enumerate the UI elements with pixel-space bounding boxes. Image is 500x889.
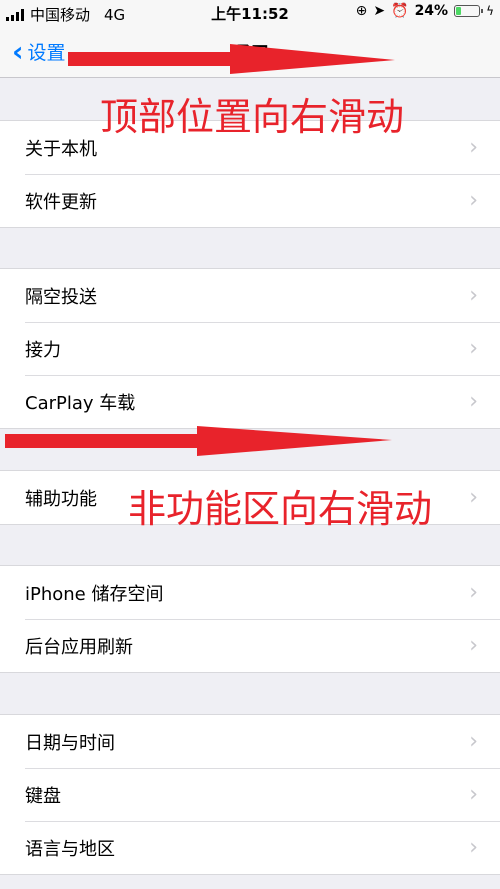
swipe-arrow-middle [5,426,392,456]
annotation-top-text: 顶部位置向右滑动 [100,95,405,139]
annotation-middle-text: 非功能区向右滑动 [128,487,433,531]
swipe-arrow-top [68,44,395,74]
